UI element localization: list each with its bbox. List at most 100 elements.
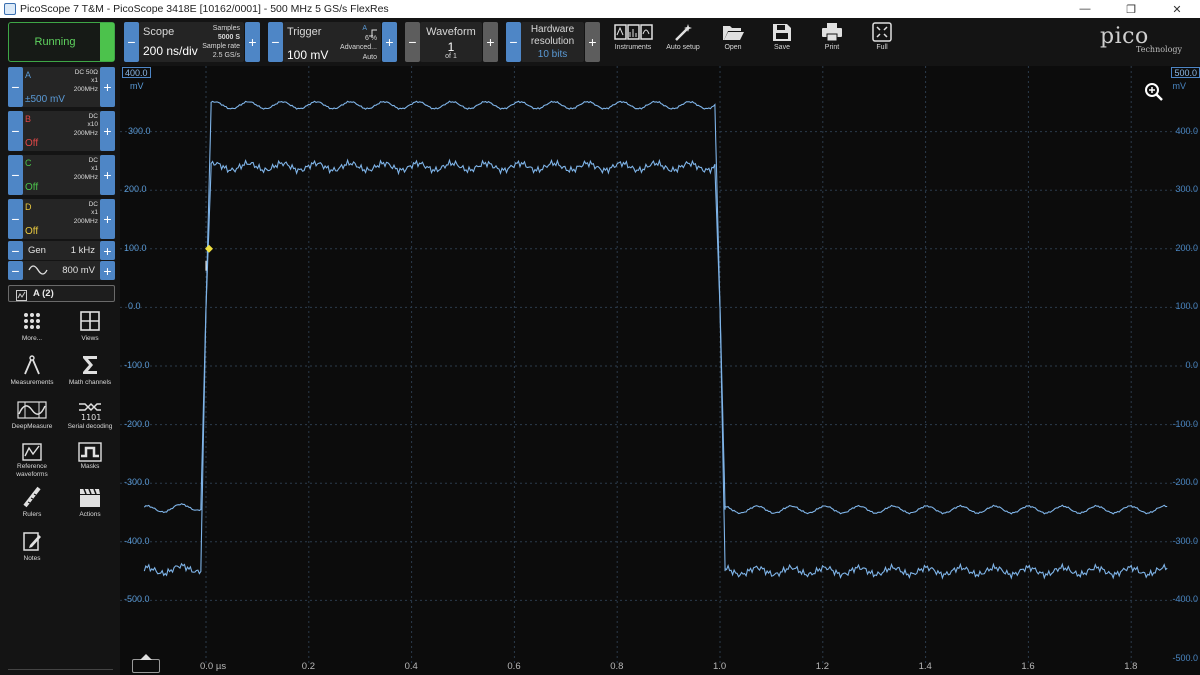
timebase-decrease-button[interactable]: − — [124, 22, 139, 62]
x-axis-tick: 0.6 — [507, 661, 521, 672]
actions-button[interactable]: Actions — [62, 486, 118, 528]
channel-coupling: DC — [88, 201, 98, 208]
generator-frequency-row[interactable]: − Gen 1 kHz + — [8, 241, 115, 260]
sigma-icon — [83, 356, 97, 374]
timebase-value: 200 ns/div — [143, 44, 198, 58]
waveform-panel: Waveform 1 of 1 — [420, 22, 482, 62]
trigger-increase-button[interactable]: + — [382, 22, 397, 62]
samples-label: Samples — [212, 25, 240, 32]
resolution-decrease-button[interactable]: − — [506, 22, 521, 62]
mask-icon — [78, 442, 102, 462]
channel-c-card[interactable]: − C DC x1 200MHz Off + — [8, 155, 115, 195]
open-button[interactable]: Open — [708, 20, 758, 64]
channel-a-card[interactable]: − A DC 50Ω x1 200MHz ±500 mV + — [8, 67, 115, 107]
left-axis-tick: -300.0 — [124, 477, 150, 488]
minimize-button[interactable]: — — [1062, 0, 1108, 18]
sidebar: − A DC 50Ω x1 200MHz ±500 mV + − B DC x10 200MHz Off… — [0, 66, 120, 675]
serial-decoding-button[interactable]: 1101 Serial decoding — [62, 398, 118, 440]
close-button[interactable]: ✕ — [1154, 0, 1200, 18]
gen-amplitude: 800 mV — [62, 265, 95, 276]
views-button[interactable]: Views — [62, 310, 118, 352]
masks-label: Masks — [80, 463, 100, 470]
reference-waveforms-button[interactable]: Reference waveforms — [4, 442, 60, 488]
scope-view-icon — [16, 288, 27, 306]
math-channels-label: Math channels — [68, 379, 112, 386]
print-button[interactable]: Print — [807, 20, 857, 64]
save-icon — [773, 24, 791, 41]
resolution-panel[interactable]: Hardware resolution 10 bits — [521, 22, 584, 62]
scope-label: Scope — [143, 26, 175, 38]
channel-range-increase-button[interactable]: + — [100, 199, 115, 239]
waveform-next-button[interactable]: + — [483, 22, 498, 62]
x-axis-tick: 1.8 — [1124, 661, 1138, 672]
channel-settings: DC x10 200MHz — [74, 113, 98, 138]
gen-amplitude-decrease-button[interactable]: − — [8, 261, 23, 280]
gen-frequency-decrease-button[interactable]: − — [8, 241, 23, 260]
serial-decoding-label: Serial decoding — [67, 423, 113, 430]
channel-range-increase-button[interactable]: + — [100, 155, 115, 195]
auto-setup-button[interactable]: Auto setup — [658, 20, 708, 64]
resolution-increase-button[interactable]: + — [585, 22, 600, 62]
trigger-panel[interactable]: Trigger 100 mV A 6 % Advanced... Auto — [283, 22, 381, 62]
deepmeasure-button[interactable]: DeepMeasure — [4, 398, 60, 440]
math-channels-button[interactable]: Math channels — [62, 354, 118, 396]
compass-icon — [24, 355, 40, 375]
run-state-label: Running — [34, 36, 76, 48]
channel-range-increase-button[interactable]: + — [100, 111, 115, 151]
run-indicator — [100, 23, 114, 61]
trigger-position: 6 % — [364, 35, 377, 42]
maximize-button[interactable]: ❐ — [1108, 0, 1154, 18]
x-axis-tick: 1.2 — [815, 661, 830, 672]
channel-probe: x1 — [91, 209, 98, 217]
channel-probe: x1 — [91, 165, 98, 173]
scope-view[interactable]: 400.0 mV 500.0 mV 300.0 200.0 100.0 0.0 -100… — [120, 66, 1200, 675]
channel-range: ±500 mV — [25, 94, 65, 105]
samples-value: 5000 S — [217, 34, 240, 41]
reference-waveform-icon — [22, 443, 42, 461]
horizontal-scroll-box[interactable] — [132, 659, 160, 673]
gen-frequency-increase-button[interactable]: + — [100, 241, 115, 260]
gen-amplitude-increase-button[interactable]: + — [100, 261, 115, 280]
auto-setup-label: Auto setup — [666, 44, 700, 51]
run-stop-button[interactable]: Running — [8, 22, 115, 62]
trigger-decrease-button[interactable]: − — [268, 22, 283, 62]
masks-button[interactable]: Masks — [62, 442, 118, 484]
actions-label: Actions — [79, 511, 101, 518]
left-axis-top-value[interactable]: 400.0 — [122, 67, 151, 78]
timebase-increase-button[interactable]: + — [245, 22, 260, 62]
x-axis-tick: 0.4 — [404, 661, 418, 672]
right-axis-top-value[interactable]: 500.0 — [1171, 67, 1200, 78]
trigger-type: Advanced... — [340, 44, 377, 51]
right-axis-tick: 0.0 — [1185, 360, 1198, 370]
measurements-button[interactable]: Measurements — [4, 354, 60, 396]
channel-range-increase-button[interactable]: + — [100, 67, 115, 107]
reference-label-2: waveforms — [16, 471, 48, 478]
channel-b-card[interactable]: − B DC x10 200MHz Off + — [8, 111, 115, 151]
channel-coupling: DC — [88, 157, 98, 164]
right-axis-tick: -400.0 — [1172, 594, 1198, 605]
timebase-panel[interactable]: Scope 200 ns/div Samples 5000 S Sample r… — [139, 22, 244, 62]
toolbar: Running − Scope 200 ns/div Samples 5000 … — [0, 18, 1200, 66]
full-label: Full — [876, 44, 888, 51]
channel-range-decrease-button[interactable]: − — [8, 155, 23, 195]
channel-range: Off — [25, 182, 39, 193]
save-button[interactable]: Save — [757, 20, 807, 64]
instruments-button[interactable]: Instruments — [608, 20, 658, 64]
channel-range-decrease-button[interactable]: − — [8, 199, 23, 239]
waveform-previous-button[interactable]: − — [405, 22, 420, 62]
scope-plot[interactable] — [120, 66, 1200, 675]
channel-range-decrease-button[interactable]: − — [8, 67, 23, 107]
x-axis-tick: 1.0 — [713, 661, 727, 672]
generator-amplitude-row[interactable]: − 800 mV + — [8, 261, 115, 280]
left-axis-tick: -100.0 — [124, 360, 150, 370]
notes-button[interactable]: Notes — [4, 530, 60, 572]
view-tab-a[interactable]: A (2) — [8, 285, 115, 302]
rulers-button[interactable]: Rulers — [4, 486, 60, 528]
gen-frequency: 1 kHz — [70, 245, 95, 256]
channel-settings: DC x1 200MHz — [74, 157, 98, 182]
full-screen-button[interactable]: Full — [857, 20, 907, 64]
right-axis-tick: 100.0 — [1175, 301, 1198, 312]
more-button[interactable]: More... — [4, 310, 60, 352]
channel-d-card[interactable]: − D DC x1 200MHz Off + — [8, 199, 115, 239]
channel-range-decrease-button[interactable]: − — [8, 111, 23, 151]
